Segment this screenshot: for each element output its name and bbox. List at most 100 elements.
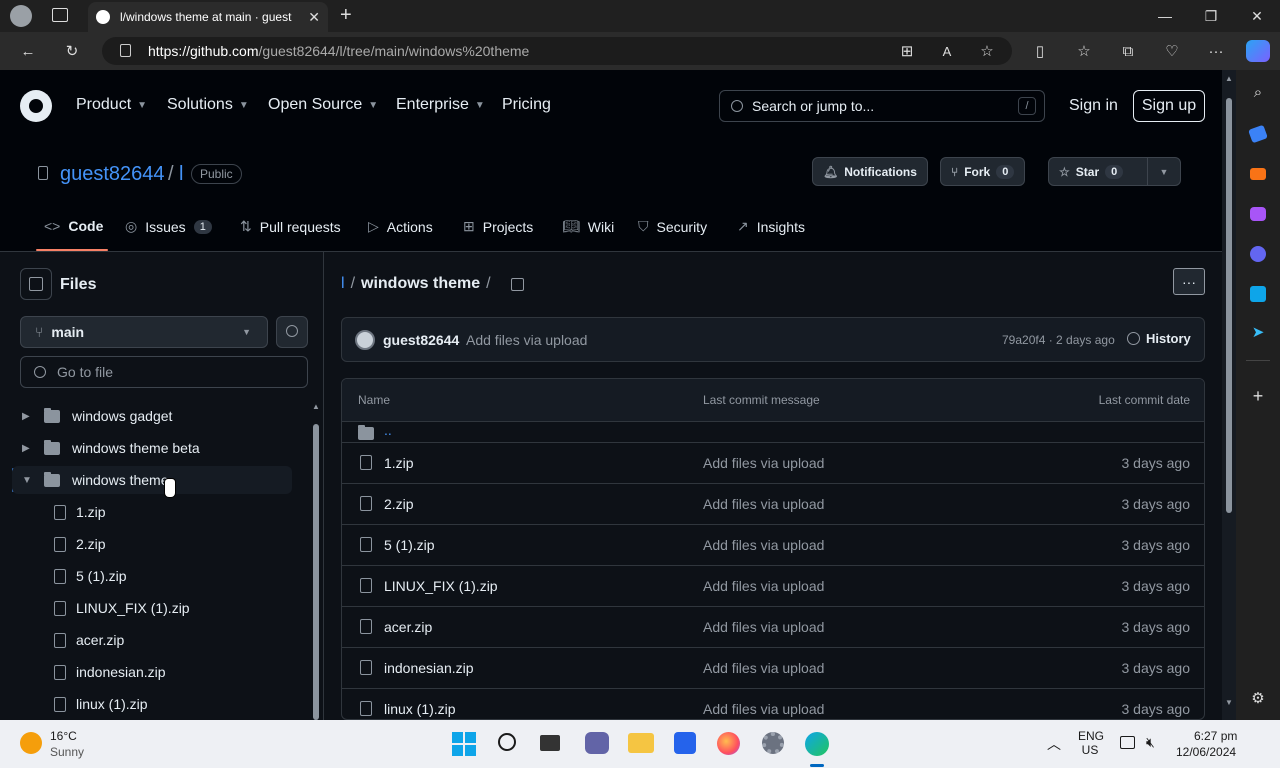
back-icon[interactable]: ← bbox=[14, 37, 42, 65]
language-indicator[interactable]: ENG US bbox=[1078, 729, 1104, 757]
teams-chat-icon[interactable] bbox=[585, 732, 609, 754]
tree-file[interactable]: 5 (1).zip bbox=[12, 562, 292, 590]
tree-file[interactable]: acer.zip bbox=[12, 626, 292, 654]
table-row[interactable]: 2.zip Add files via upload 3 days ago bbox=[342, 483, 1204, 524]
page-scrollbar[interactable]: ▲ ▼ bbox=[1222, 70, 1236, 720]
task-view-icon[interactable] bbox=[540, 735, 560, 751]
tab-code[interactable]: <> Code bbox=[44, 218, 103, 234]
table-row[interactable]: 5 (1).zip Add files via upload 3 days ago bbox=[342, 524, 1204, 565]
search-input[interactable]: Search or jump to... / bbox=[719, 90, 1045, 122]
tab-actions[interactable]: ▷ Actions bbox=[368, 218, 433, 235]
shopping-tag-icon[interactable] bbox=[1246, 122, 1270, 146]
table-row[interactable]: LINUX_FIX (1).zip Add files via upload 3 d… bbox=[342, 565, 1204, 606]
tab-pull-requests[interactable]: ⇅ Pull requests bbox=[240, 218, 341, 235]
star-lists-dropdown[interactable]: ▼ bbox=[1147, 157, 1181, 186]
favorites-icon[interactable]: ☆ bbox=[1070, 37, 1098, 65]
breadcrumb-repo-link[interactable]: l bbox=[341, 275, 345, 293]
tree-file[interactable]: 1.zip bbox=[12, 498, 292, 526]
tab-actions-icon[interactable] bbox=[52, 8, 68, 22]
tree-item-windows-theme-beta[interactable]: ▶ windows theme beta bbox=[12, 434, 292, 462]
star-button[interactable]: ☆ Star 0 bbox=[1048, 157, 1148, 186]
profile-avatar[interactable] bbox=[10, 5, 32, 27]
avatar[interactable] bbox=[355, 330, 375, 350]
app-available-icon[interactable]: ⊞ bbox=[893, 37, 921, 65]
tree-file[interactable]: LINUX_FIX (1).zip bbox=[12, 594, 292, 622]
tab-security[interactable]: ⛉ Security bbox=[638, 218, 707, 235]
tree-scrollbar[interactable]: ▲ bbox=[311, 402, 321, 720]
repo-name-link[interactable]: l bbox=[179, 163, 183, 186]
nav-product[interactable]: Product ▼ bbox=[76, 96, 147, 114]
nav-pricing[interactable]: Pricing bbox=[502, 96, 551, 114]
tab-wiki[interactable]: 📖︎ Wiki bbox=[562, 218, 614, 235]
history-button[interactable]: History bbox=[1127, 331, 1191, 346]
favorite-star-icon[interactable]: ☆ bbox=[973, 37, 1001, 65]
go-to-file-input[interactable]: Go to file bbox=[20, 356, 308, 388]
search-icon[interactable]: ⌕ bbox=[1246, 80, 1270, 104]
outlook-icon[interactable] bbox=[1246, 282, 1270, 306]
more-menu-icon[interactable]: ··· bbox=[1202, 37, 1230, 65]
clock-date[interactable]: 12/06/2024 bbox=[1176, 745, 1236, 759]
edge-browser-icon[interactable] bbox=[805, 732, 829, 756]
send-icon[interactable]: ➤ bbox=[1246, 320, 1270, 344]
performance-icon[interactable]: ♡ bbox=[1158, 37, 1186, 65]
tab-projects[interactable]: ⊞ Projects bbox=[463, 218, 533, 235]
tab-issues[interactable]: ◎ Issues 1 bbox=[125, 218, 212, 235]
tree-item-windows-gadget[interactable]: ▶ windows gadget bbox=[12, 402, 292, 430]
repo-owner-link[interactable]: guest82644 bbox=[60, 163, 165, 186]
file-explorer-icon[interactable] bbox=[628, 733, 654, 753]
tree-file[interactable]: 2.zip bbox=[12, 530, 292, 558]
split-screen-icon[interactable]: ▯ bbox=[1026, 37, 1054, 65]
minimize-icon[interactable]: — bbox=[1142, 0, 1188, 32]
weather-sun-icon[interactable] bbox=[20, 732, 42, 754]
table-row[interactable]: indonesian.zip Add files via upload 3 days… bbox=[342, 647, 1204, 688]
taskbar-search-icon[interactable] bbox=[498, 733, 516, 751]
clock-time[interactable]: 6:27 pm bbox=[1194, 729, 1237, 743]
nav-enterprise[interactable]: Enterprise ▼ bbox=[396, 96, 485, 114]
commit-message-link[interactable]: Add files via upload bbox=[466, 332, 587, 348]
games-icon[interactable] bbox=[1246, 202, 1270, 226]
tree-item-windows-theme[interactable]: ▼ windows theme bbox=[12, 466, 292, 494]
copy-path-icon[interactable] bbox=[510, 277, 524, 291]
volume-muted-icon[interactable]: 🔇︎ bbox=[1146, 734, 1155, 751]
tree-file[interactable]: indonesian.zip bbox=[12, 658, 292, 686]
collapse-sidebar-icon[interactable] bbox=[20, 268, 52, 300]
copilot-icon[interactable] bbox=[1246, 40, 1270, 62]
weather-temp[interactable]: 16°C bbox=[50, 729, 77, 743]
nav-solutions[interactable]: Solutions ▼ bbox=[167, 96, 249, 114]
restore-icon[interactable]: ❐ bbox=[1188, 0, 1234, 32]
more-options-button[interactable]: ··· bbox=[1173, 268, 1205, 295]
table-row[interactable]: acer.zip Add files via upload 3 days ago bbox=[342, 606, 1204, 647]
close-tab-icon[interactable]: ✕ bbox=[308, 9, 320, 26]
chevron-up-icon[interactable]: ︿ bbox=[1047, 734, 1061, 754]
tools-icon[interactable] bbox=[1246, 162, 1270, 186]
url-field[interactable]: https://github.com/guest82644/l/tree/mai… bbox=[102, 37, 1012, 65]
refresh-icon[interactable]: ↻ bbox=[58, 37, 86, 65]
commit-author-link[interactable]: guest82644 bbox=[383, 332, 459, 348]
new-tab-icon[interactable]: + bbox=[340, 4, 352, 27]
copilot-sidebar-icon[interactable] bbox=[1246, 242, 1270, 266]
nav-open-source[interactable]: Open Source ▼ bbox=[268, 96, 378, 114]
tab-insights[interactable]: ↗ Insights bbox=[737, 218, 805, 235]
branch-selector[interactable]: ⑂ main ▼ bbox=[20, 316, 268, 348]
settings-gear-icon[interactable]: ⚙ bbox=[1246, 686, 1270, 710]
files-search-button[interactable] bbox=[276, 316, 308, 348]
sign-up-button[interactable]: Sign up bbox=[1133, 90, 1205, 122]
tree-file[interactable]: linux (1).zip bbox=[12, 690, 292, 718]
parent-dir-row[interactable]: .. bbox=[342, 421, 1204, 442]
notifications-button[interactable]: 🔔︎ Notifications bbox=[812, 157, 928, 186]
commit-meta[interactable]: 79a20f4 · 2 days ago bbox=[1002, 333, 1115, 347]
browser-tab[interactable]: l/windows theme at main · guest ✕ bbox=[88, 2, 328, 32]
settings-app-icon[interactable] bbox=[762, 732, 784, 754]
table-row[interactable]: linux (1).zip Add files via upload 3 days … bbox=[342, 688, 1204, 719]
network-icon[interactable] bbox=[1120, 736, 1135, 749]
table-row[interactable]: 1.zip Add files via upload 3 days ago bbox=[342, 442, 1204, 483]
read-aloud-icon[interactable]: A bbox=[933, 37, 961, 65]
add-icon[interactable]: + bbox=[1246, 384, 1270, 408]
fork-button[interactable]: ⑂ Fork 0 bbox=[940, 157, 1026, 186]
firefox-icon[interactable] bbox=[717, 732, 740, 755]
sign-in-link[interactable]: Sign in bbox=[1069, 97, 1118, 115]
collections-icon[interactable]: ⧉ bbox=[1114, 37, 1142, 65]
store-icon[interactable] bbox=[674, 732, 696, 754]
close-window-icon[interactable]: ✕ bbox=[1234, 0, 1280, 32]
github-logo-icon[interactable] bbox=[20, 90, 52, 122]
